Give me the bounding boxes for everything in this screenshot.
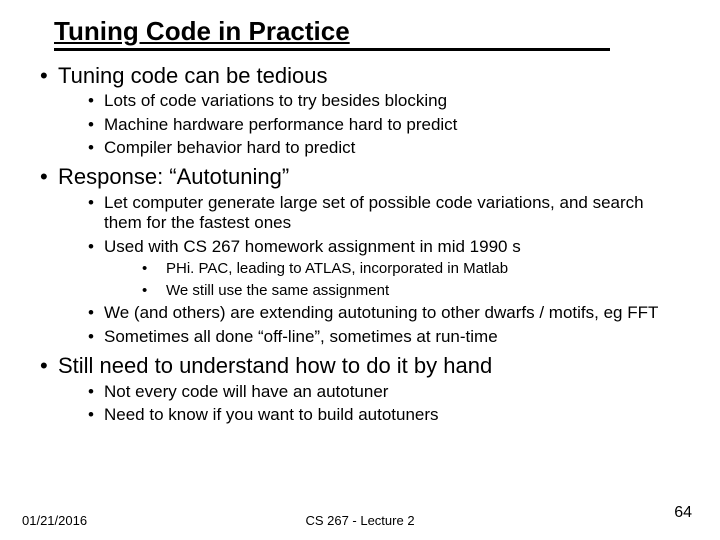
- bullet-l1: Still need to understand how to do it by…: [40, 353, 680, 425]
- bullet-text: Not every code will have an autotuner: [104, 382, 388, 401]
- bullet-text: Lots of code variations to try besides b…: [104, 91, 447, 110]
- bullet-text: Sometimes all done “off-line”, sometimes…: [104, 327, 498, 346]
- bullet-l2: Not every code will have an autotuner: [88, 382, 680, 402]
- footer-center: CS 267 - Lecture 2: [0, 513, 720, 528]
- bullet-text: Let computer generate large set of possi…: [104, 193, 644, 232]
- bullet-l2: Used with CS 267 homework assignment in …: [88, 237, 680, 301]
- bullet-text: Still need to understand how to do it by…: [58, 353, 492, 378]
- slide-title: Tuning Code in Practice: [54, 16, 610, 51]
- bullet-l3: PHi. PAC, leading to ATLAS, incorporated…: [142, 260, 680, 279]
- bullet-l2: Machine hardware performance hard to pre…: [88, 115, 680, 135]
- bullet-text: Compiler behavior hard to predict: [104, 138, 355, 157]
- page-number: 64: [674, 504, 692, 522]
- bullet-l2: We (and others) are extending autotuning…: [88, 303, 680, 323]
- bullet-l2: Let computer generate large set of possi…: [88, 193, 680, 234]
- bullet-text: Response: “Autotuning”: [58, 164, 289, 189]
- bullet-l2: Need to know if you want to build autotu…: [88, 405, 680, 425]
- bullet-l1: Response: “Autotuning” Let computer gene…: [40, 164, 680, 347]
- bullet-text: Used with CS 267 homework assignment in …: [104, 237, 521, 256]
- bullet-l3: We still use the same assignment: [142, 282, 680, 301]
- bullet-text: PHi. PAC, leading to ATLAS, incorporated…: [166, 260, 508, 277]
- bullet-text: Machine hardware performance hard to pre…: [104, 115, 457, 134]
- bullet-l2: Lots of code variations to try besides b…: [88, 91, 680, 111]
- bullet-text: Need to know if you want to build autotu…: [104, 405, 439, 424]
- bullet-text: We still use the same assignment: [166, 282, 389, 299]
- bullet-l2: Compiler behavior hard to predict: [88, 138, 680, 158]
- bullet-text: Tuning code can be tedious: [58, 63, 328, 88]
- bullet-l1: Tuning code can be tedious Lots of code …: [40, 63, 680, 158]
- bullet-text: We (and others) are extending autotuning…: [104, 303, 658, 322]
- bullet-l2: Sometimes all done “off-line”, sometimes…: [88, 327, 680, 347]
- slide-body: Tuning code can be tedious Lots of code …: [0, 53, 720, 425]
